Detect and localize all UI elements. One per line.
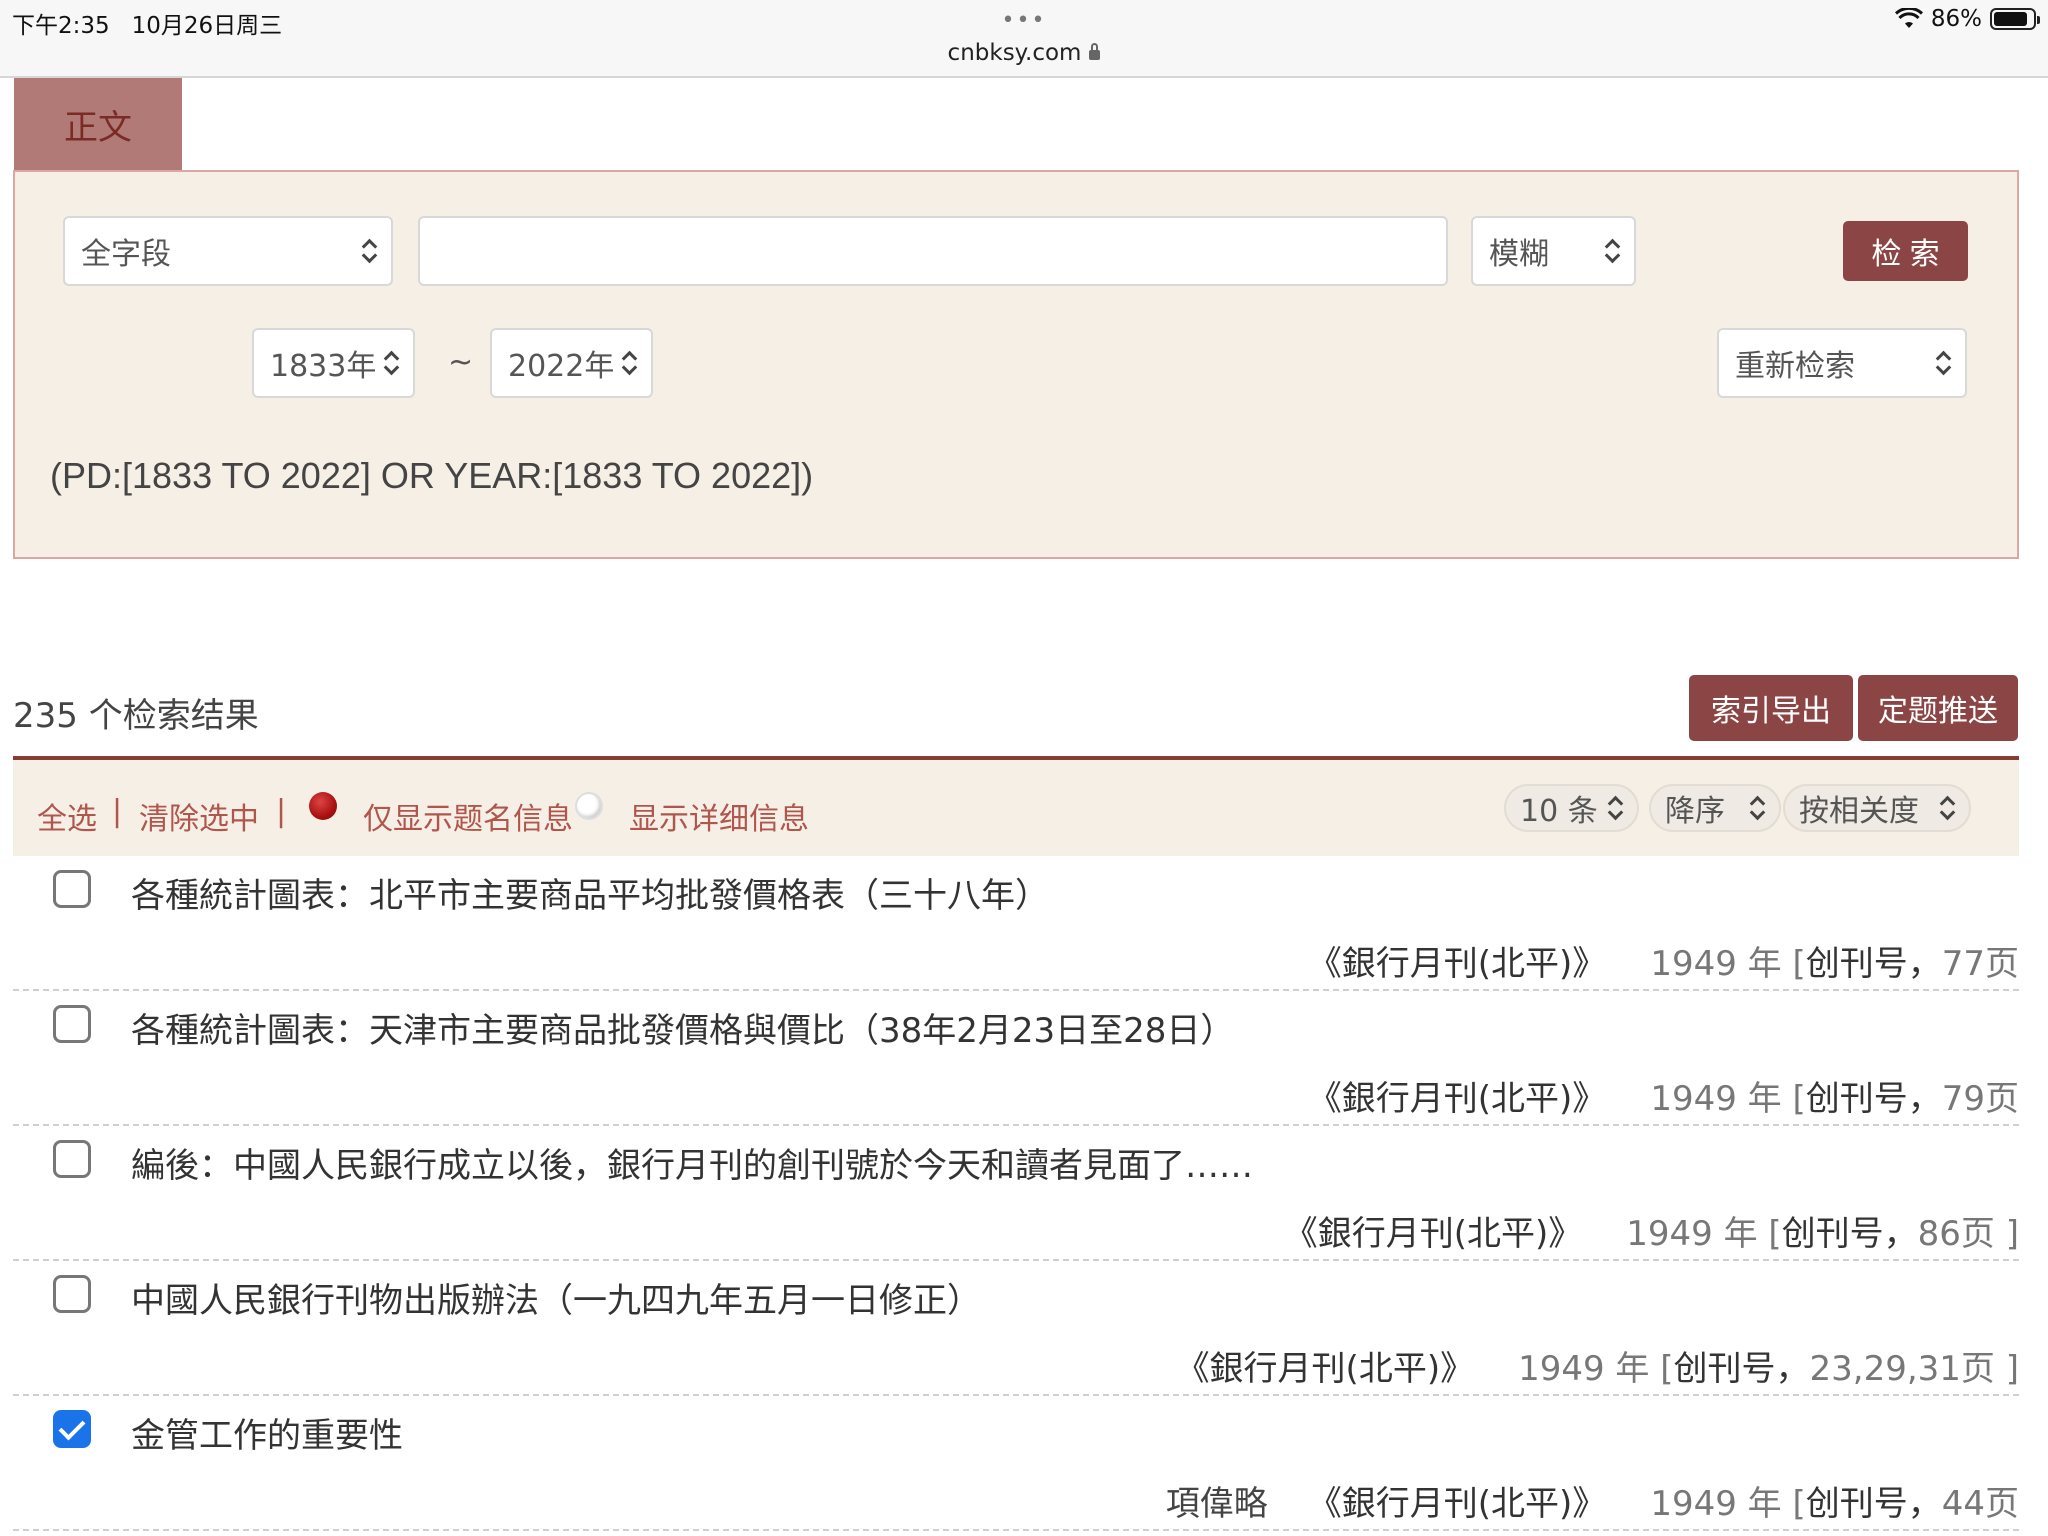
result-page: 23,29,31页 ] bbox=[1809, 1349, 2019, 1389]
result-title[interactable]: 金管工作的重要性 bbox=[131, 1408, 403, 1457]
show-title-only-label[interactable]: 仅显示题名信息 bbox=[363, 794, 573, 838]
order-value: 降序 bbox=[1665, 794, 1725, 829]
page-size-value: 10 条 bbox=[1520, 794, 1598, 829]
result-checkbox[interactable] bbox=[53, 1275, 91, 1313]
separator: | bbox=[276, 794, 287, 829]
field-select-value: 全字段 bbox=[81, 237, 171, 272]
year-from-select[interactable]: 1833年 bbox=[252, 328, 415, 398]
keyword-input[interactable] bbox=[418, 216, 1448, 286]
chevron-updown-icon bbox=[1604, 238, 1620, 264]
result-issue[interactable]: 创刊号， bbox=[1674, 1341, 1810, 1390]
chevron-updown-icon bbox=[361, 238, 377, 264]
result-journal[interactable]: 《銀行月刊(北平)》 bbox=[1284, 1206, 1583, 1255]
result-title[interactable]: 中國人民銀行刊物出版辦法（一九四九年五月一日修正） bbox=[131, 1273, 981, 1322]
battery-icon bbox=[1990, 8, 2040, 30]
search-button[interactable]: 检 索 bbox=[1843, 221, 1968, 281]
result-checkbox[interactable] bbox=[53, 1140, 91, 1178]
chevron-updown-icon bbox=[1935, 350, 1951, 376]
more-dots-icon[interactable]: ••• bbox=[0, 8, 2048, 33]
lock-icon bbox=[1089, 43, 1101, 60]
battery-fill bbox=[1994, 12, 2027, 26]
select-all-link[interactable]: 全选 bbox=[37, 794, 97, 838]
result-page: 77页 bbox=[1941, 944, 2019, 984]
search-mode-value: 重新检索 bbox=[1735, 349, 1855, 384]
result-meta: 《銀行月刊(北平)》 1949 年 [ 创刊号， 79页 bbox=[1308, 1071, 2019, 1120]
result-row: 金管工作的重要性 項偉略 《銀行月刊(北平)》 1949 年 [ 创刊号， 44… bbox=[13, 1396, 2019, 1531]
result-page: 86页 ] bbox=[1917, 1214, 2019, 1254]
result-meta: 《銀行月刊(北平)》 1949 年 [ 创刊号， 77页 bbox=[1308, 936, 2019, 985]
result-title[interactable]: 各種統計圖表：天津市主要商品批發價格與價比（38年2月23日至28日） bbox=[131, 1003, 1234, 1052]
result-count: 235 个检索结果 bbox=[13, 696, 259, 736]
field-select[interactable]: 全字段 bbox=[63, 216, 393, 286]
sort-by-select[interactable]: 按相关度 bbox=[1783, 784, 1971, 832]
result-year: 1949 年 [ bbox=[1518, 1349, 1674, 1389]
result-journal[interactable]: 《銀行月刊(北平)》 bbox=[1176, 1341, 1475, 1390]
year-to-select[interactable]: 2022年 bbox=[490, 328, 653, 398]
result-year: 1949 年 [ bbox=[1650, 1484, 1806, 1524]
chevron-updown-icon bbox=[383, 350, 399, 376]
result-journal[interactable]: 《銀行月刊(北平)》 bbox=[1308, 1071, 1607, 1120]
tab-main-text[interactable]: 正文 bbox=[14, 78, 182, 170]
address-bar[interactable]: cnbksy.com bbox=[0, 40, 2048, 66]
query-expression: (PD:[1833 TO 2022] OR YEAR:[1833 TO 2022… bbox=[50, 455, 814, 496]
year-from-value: 1833年 bbox=[270, 349, 377, 384]
result-row: 編後：中國人民銀行成立以後，銀行月刊的創刊號於今天和讀者見面了…… 《銀行月刊(… bbox=[13, 1126, 2019, 1261]
result-title[interactable]: 各種統計圖表：北平市主要商品平均批發價格表（三十八年） bbox=[131, 868, 1049, 917]
wifi-icon bbox=[1894, 8, 1923, 28]
match-mode-value: 模糊 bbox=[1489, 237, 1549, 272]
result-year: 1949 年 [ bbox=[1650, 1079, 1806, 1119]
result-meta: 《銀行月刊(北平)》 1949 年 [ 创刊号， 23,29,31页 ] bbox=[1176, 1341, 2019, 1390]
result-row: 中國人民銀行刊物出版辦法（一九四九年五月一日修正） 《銀行月刊(北平)》 194… bbox=[13, 1261, 2019, 1396]
order-select[interactable]: 降序 bbox=[1649, 784, 1781, 832]
result-meta: 《銀行月刊(北平)》 1949 年 [ 创刊号， 86页 ] bbox=[1284, 1206, 2019, 1255]
results-toolbar: 全选 | 清除选中 | 仅显示题名信息 显示详细信息 10 条 降序 按相关度 bbox=[13, 760, 2019, 856]
result-checkbox[interactable] bbox=[53, 870, 91, 908]
result-page: 79页 bbox=[1941, 1079, 2019, 1119]
result-row: 各種統計圖表：天津市主要商品批發價格與價比（38年2月23日至28日） 《銀行月… bbox=[13, 991, 2019, 1126]
range-tilde: ~ bbox=[448, 345, 474, 380]
result-issue[interactable]: 创刊号， bbox=[1806, 1071, 1942, 1120]
chevron-updown-icon bbox=[1939, 795, 1955, 821]
result-journal[interactable]: 《銀行月刊(北平)》 bbox=[1308, 1476, 1607, 1525]
status-bar: 下午2:35 10月26日周三 ••• cnbksy.com 86% bbox=[0, 0, 2048, 78]
result-checkbox[interactable] bbox=[53, 1410, 91, 1448]
match-mode-select[interactable]: 模糊 bbox=[1471, 216, 1636, 286]
year-to-value: 2022年 bbox=[508, 349, 615, 384]
show-details-label[interactable]: 显示详细信息 bbox=[629, 794, 809, 838]
result-checkbox[interactable] bbox=[53, 1005, 91, 1043]
chevron-updown-icon bbox=[1607, 795, 1623, 821]
search-mode-select[interactable]: 重新检索 bbox=[1717, 328, 1967, 398]
result-journal[interactable]: 《銀行月刊(北平)》 bbox=[1308, 936, 1607, 985]
result-row: 各種統計圖表：北平市主要商品平均批發價格表（三十八年） 《銀行月刊(北平)》 1… bbox=[13, 856, 2019, 991]
result-page: 44页 bbox=[1941, 1484, 2019, 1524]
result-author[interactable]: 項偉略 bbox=[1166, 1476, 1268, 1525]
subscribe-push-button[interactable]: 定题推送 bbox=[1858, 675, 2018, 741]
result-issue[interactable]: 创刊号， bbox=[1782, 1206, 1918, 1255]
radio-details[interactable] bbox=[575, 792, 603, 820]
battery-percent: 86% bbox=[1930, 6, 1982, 32]
radio-title-only[interactable] bbox=[309, 792, 337, 820]
result-meta: 項偉略 《銀行月刊(北平)》 1949 年 [ 创刊号， 44页 bbox=[1166, 1476, 2019, 1525]
result-issue[interactable]: 创刊号， bbox=[1806, 1476, 1942, 1525]
clear-selection-link[interactable]: 清除选中 bbox=[139, 794, 259, 838]
result-year: 1949 年 [ bbox=[1650, 944, 1806, 984]
page-size-select[interactable]: 10 条 bbox=[1504, 784, 1639, 832]
url-text: cnbksy.com bbox=[947, 40, 1082, 66]
result-issue[interactable]: 创刊号， bbox=[1806, 936, 1942, 985]
status-indicators: 86% bbox=[1894, 6, 2040, 32]
result-title[interactable]: 編後：中國人民銀行成立以後，銀行月刊的創刊號於今天和讀者見面了…… bbox=[131, 1138, 1253, 1187]
result-year: 1949 年 [ bbox=[1626, 1214, 1782, 1254]
export-index-button[interactable]: 索引导出 bbox=[1689, 675, 1853, 741]
separator: | bbox=[112, 794, 123, 829]
sort-by-value: 按相关度 bbox=[1799, 794, 1919, 829]
chevron-updown-icon bbox=[621, 350, 637, 376]
chevron-updown-icon bbox=[1749, 795, 1765, 821]
